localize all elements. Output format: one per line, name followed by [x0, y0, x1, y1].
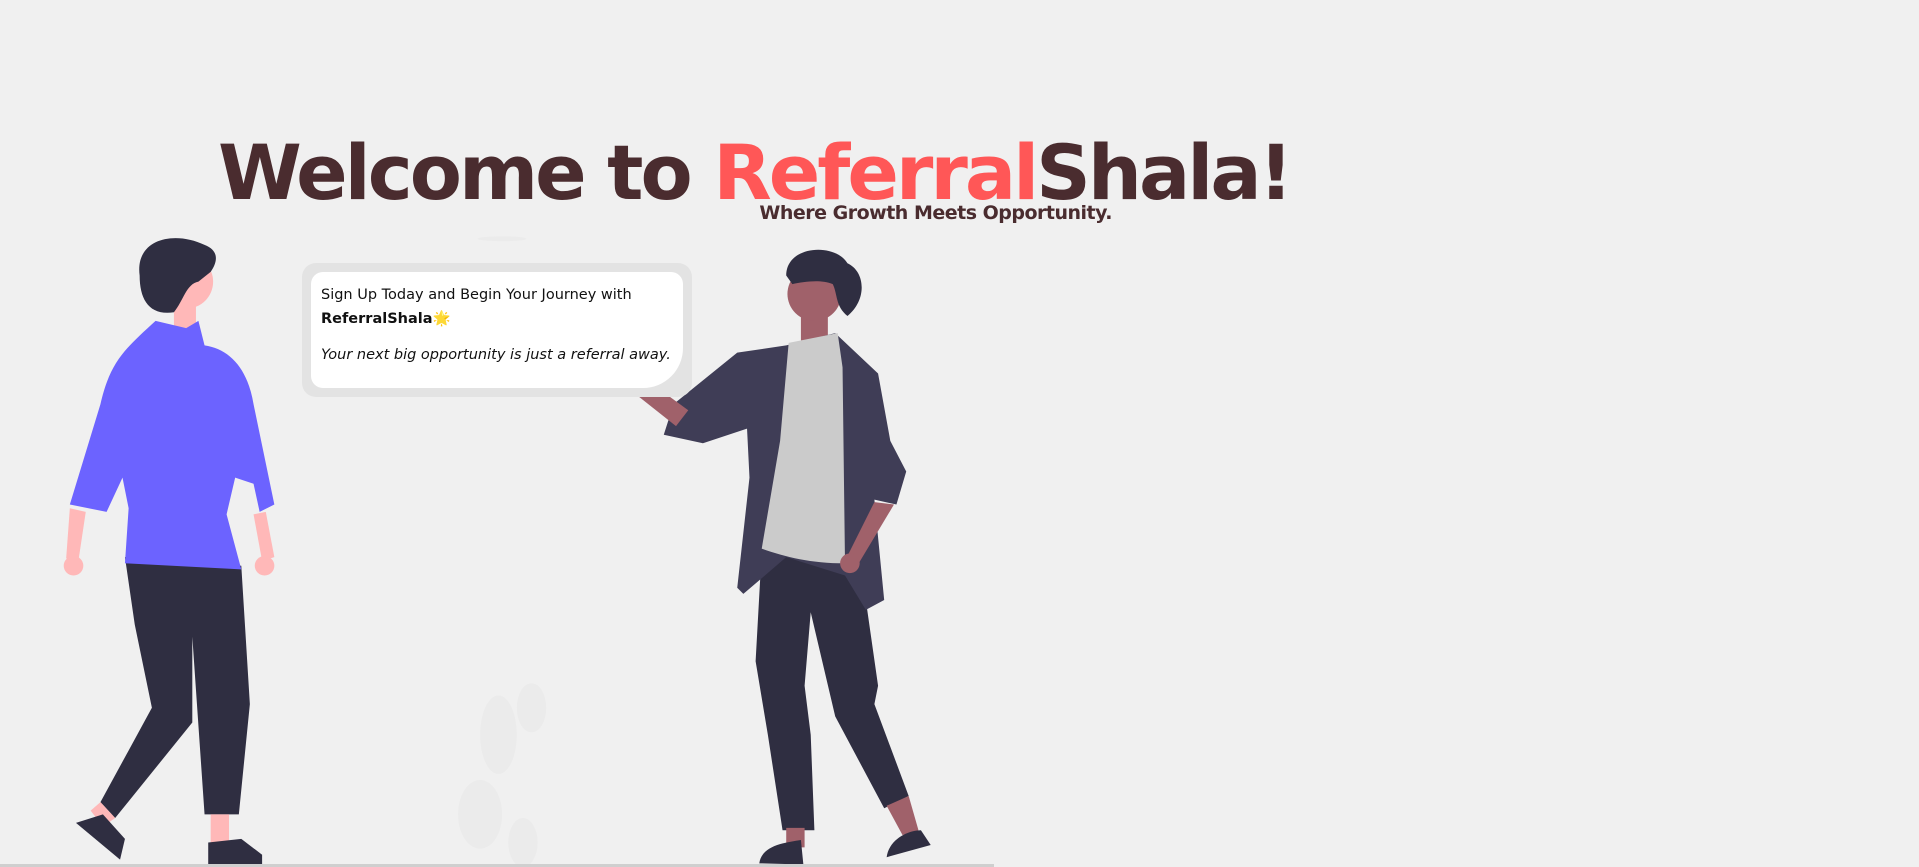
signup-line: Sign Up Today and Begin Your Journey wit… [321, 287, 632, 303]
speech-bubble-content: Sign Up Today and Begin Your Journey wit… [311, 272, 683, 388]
signup-text: Sign Up Today and Begin Your Journey wit… [321, 283, 673, 331]
brand-name: ReferralShala [321, 311, 433, 327]
speech-bubble: Sign Up Today and Begin Your Journey wit… [302, 263, 692, 397]
tagline: Your next big opportunity is just a refe… [321, 347, 671, 363]
title-prefix: Welcome to [218, 128, 714, 217]
star-icon: 🌟 [432, 311, 451, 327]
page-title: Welcome to ReferralShala! [218, 128, 1293, 217]
page-subtitle: Where Growth Meets Opportunity. [759, 202, 1112, 224]
person-left-illustration [63, 238, 275, 865]
